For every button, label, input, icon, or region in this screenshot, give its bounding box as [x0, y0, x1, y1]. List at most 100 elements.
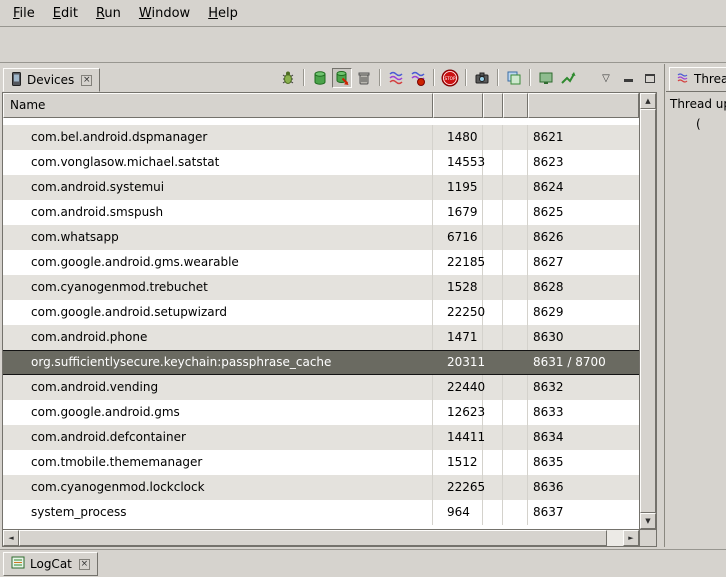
table-row[interactable]: com.android.vending 22440 8632 [3, 375, 639, 400]
table-row[interactable]: com.google.android.gms 12623 8633 [3, 400, 639, 425]
process-port-cell: 8623 [528, 150, 639, 175]
debug-process-icon[interactable] [278, 68, 298, 88]
menu-run[interactable]: Run [87, 2, 130, 25]
menu-file[interactable]: File [4, 2, 44, 25]
process-name-cell: com.vonglasow.michael.satstat [3, 150, 433, 175]
process-port-cell: 8637 [528, 500, 639, 525]
menu-window[interactable]: Window [130, 2, 199, 25]
empty-cell [503, 200, 528, 225]
process-name-cell: com.google.android.gms.wearable [3, 250, 433, 275]
menu-help[interactable]: Help [199, 2, 247, 25]
ddms-window: FileEditRunWindowHelp Devices × [0, 0, 726, 577]
column-header-pid[interactable] [433, 93, 483, 118]
vertical-scrollbar[interactable]: ▲ ▼ [639, 93, 656, 529]
process-pid-cell: 22185 [433, 250, 483, 275]
empty-cell [503, 375, 528, 400]
panel-sash[interactable] [664, 64, 666, 547]
column-header-3[interactable] [483, 93, 503, 118]
capture-systrace-icon[interactable] [536, 68, 556, 88]
minimize-icon[interactable] [618, 68, 638, 88]
process-pid-cell: 1471 [433, 325, 483, 350]
table-row[interactable]: com.cyanogenmod.lockclock 22265 8636 [3, 475, 639, 500]
table-header: Name [3, 93, 639, 118]
table-row[interactable]: com.tmobile.thememanager 1512 8635 [3, 450, 639, 475]
column-header-port[interactable] [528, 93, 639, 118]
table-row[interactable]: com.bel.android.dspmanager 1480 8621 [3, 125, 639, 150]
table-row[interactable]: com.android.systemui 1195 8624 [3, 175, 639, 200]
close-icon[interactable]: × [81, 75, 92, 86]
process-name-cell: com.cyanogenmod.lockclock [3, 475, 433, 500]
table-row[interactable]: com.android.smspush 1679 8625 [3, 200, 639, 225]
close-icon[interactable]: × [79, 559, 90, 570]
empty-cell [483, 475, 503, 500]
horizontal-scrollbar[interactable]: ◄ ► [3, 529, 639, 546]
empty-cell [503, 150, 528, 175]
process-pid-cell: 964 [433, 500, 483, 525]
empty-cell [483, 300, 503, 325]
process-pid-cell: 1195 [433, 175, 483, 200]
empty-cell [483, 250, 503, 275]
tab-devices[interactable]: Devices × [3, 68, 100, 92]
column-header-4[interactable] [503, 93, 528, 118]
maximize-icon[interactable] [640, 68, 660, 88]
table-row[interactable]: org.sufficientlysecure.keychain:passphra… [3, 350, 639, 375]
devices-tabbar: Devices × [0, 64, 664, 92]
empty-cell [503, 250, 528, 275]
scroll-up-button[interactable]: ▲ [640, 93, 656, 109]
process-pid-cell: 22250 [433, 300, 483, 325]
stop-process-icon[interactable]: STOP [440, 68, 460, 88]
method-profiling-icon[interactable] [408, 68, 428, 88]
process-port-cell: 8635 [528, 450, 639, 475]
process-port-cell: 8625 [528, 200, 639, 225]
tab-logcat-label: LogCat [30, 557, 72, 571]
empty-cell [503, 351, 528, 374]
logcat-icon [11, 556, 25, 572]
process-pid-cell: 12623 [433, 400, 483, 425]
table-row[interactable]: com.cyanogenmod.trebuchet 1528 8628 [3, 275, 639, 300]
cause-gc-icon[interactable] [354, 68, 374, 88]
process-port-cell: 8624 [528, 175, 639, 200]
table-row[interactable]: com.vonglasow.michael.satstat 14553 8623 [3, 150, 639, 175]
menu-edit[interactable]: Edit [44, 2, 87, 25]
table-row[interactable]: com.google.android.setupwizard 22250 862… [3, 300, 639, 325]
tab-logcat[interactable]: LogCat × [3, 552, 98, 576]
view-menu-icon[interactable]: ▽ [596, 68, 616, 88]
table-row[interactable]: com.whatsapp 6716 8626 [3, 225, 639, 250]
process-name-cell: com.bel.android.dspmanager [3, 125, 433, 150]
table-row[interactable]: system_process 964 8637 [3, 500, 639, 525]
scroll-down-button[interactable]: ▼ [640, 513, 656, 529]
empty-cell [483, 325, 503, 350]
table-row[interactable]: com.android.phone 1471 8630 [3, 325, 639, 350]
opengl-trace-icon[interactable] [558, 68, 578, 88]
table-row[interactable]: com.google.android.gms.wearable 22185 86… [3, 250, 639, 275]
view-hierarchy-icon[interactable] [504, 68, 524, 88]
process-pid-cell: 22440 [433, 375, 483, 400]
devices-table: Name com.bel.android.dspmanager 1480 862… [2, 92, 657, 547]
process-name-cell: com.android.systemui [3, 175, 433, 200]
empty-cell [503, 500, 528, 525]
empty-cell [483, 225, 503, 250]
menubar: FileEditRunWindowHelp [0, 0, 726, 27]
scroll-left-button[interactable]: ◄ [3, 530, 19, 546]
update-heap-icon[interactable] [310, 68, 330, 88]
process-pid-cell: 22265 [433, 475, 483, 500]
screen-capture-icon[interactable] [472, 68, 492, 88]
process-port-cell: 8636 [528, 475, 639, 500]
process-port-cell: 8626 [528, 225, 639, 250]
process-port-cell: 8628 [528, 275, 639, 300]
column-header-name[interactable]: Name [3, 93, 433, 118]
devices-view-toolbar: STOP ▽ [278, 68, 664, 92]
vertical-scroll-thumb[interactable] [640, 109, 656, 513]
process-name-cell: com.android.vending [3, 375, 433, 400]
process-port-cell: 8633 [528, 400, 639, 425]
horizontal-scroll-thumb[interactable] [19, 530, 607, 546]
empty-cell [483, 150, 503, 175]
process-pid-cell: 1528 [433, 275, 483, 300]
update-threads-icon[interactable] [386, 68, 406, 88]
dump-hprof-icon[interactable] [332, 68, 352, 88]
tab-threads[interactable]: Threa [669, 67, 726, 91]
empty-cell [483, 175, 503, 200]
process-name-cell: com.tmobile.thememanager [3, 450, 433, 475]
table-row[interactable]: com.android.defcontainer 14411 8634 [3, 425, 639, 450]
scroll-right-button[interactable]: ► [623, 530, 639, 546]
